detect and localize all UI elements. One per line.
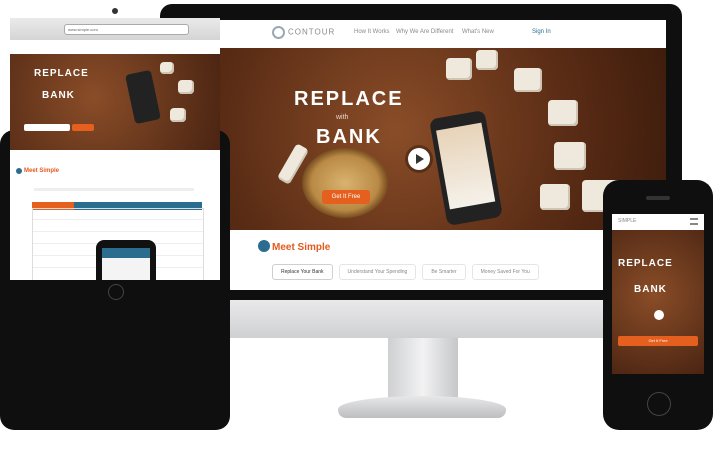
site-header: CONTOUR How It Works Why We Are Differen… (176, 20, 666, 49)
cube-decoration (548, 100, 578, 126)
tablet-hero-title-line1: REPLACE (34, 68, 89, 79)
phone-cta-button[interactable]: Get It Free (618, 336, 698, 346)
table-row (33, 231, 203, 232)
cube-decoration (170, 108, 186, 122)
tablet-site-header (10, 40, 220, 55)
nav-link-how-it-works[interactable]: How It Works (354, 29, 390, 35)
tablet-email-input[interactable] (24, 124, 70, 131)
tab-money-saved[interactable]: Money Saved For You (471, 264, 539, 280)
cube-decoration (554, 142, 586, 170)
phone-speaker (646, 196, 670, 200)
play-video-icon[interactable] (408, 148, 430, 170)
hero-cta-button[interactable]: Get It Free (322, 190, 370, 204)
nav-link-why-different[interactable]: Why We Are Different (396, 29, 453, 35)
phone-hero-title-line1: REPLACE (618, 258, 673, 269)
cube-decoration (540, 184, 570, 210)
cube-decoration (446, 58, 472, 80)
coffee-cup-image (302, 148, 388, 218)
section-step-icon (258, 240, 270, 252)
logo-ring-icon (272, 26, 285, 39)
cube-decoration (476, 50, 498, 70)
cube-decoration (514, 68, 542, 92)
cube-decoration (160, 62, 174, 74)
site-logo[interactable]: CONTOUR (272, 26, 335, 39)
phone-hero-banner (612, 230, 704, 374)
tablet-hero-title-line2: BANK (42, 90, 75, 101)
hero-title-line1: REPLACE (294, 88, 404, 110)
desktop-screen: CONTOUR How It Works Why We Are Differen… (176, 20, 666, 290)
tablet-camera (112, 8, 118, 14)
tablet-browser-toolbar: www.simple.com (10, 18, 220, 41)
tab-replace-your-bank[interactable]: Replace Your Bank (272, 264, 333, 280)
hero-title-line2: BANK (316, 126, 382, 148)
section-title: Meet Simple (272, 242, 331, 253)
monitor-stand-foot (338, 396, 506, 418)
tablet-embedded-phone-image (96, 240, 156, 280)
tablet-screen: www.simple.com REPLACE BANK Meet Simple (10, 18, 220, 280)
nav-link-sign-in[interactable]: Sign In (532, 29, 551, 35)
phone-screen: SIMPLE REPLACE BANK Get It Free (612, 214, 704, 374)
hamburger-menu-icon[interactable] (690, 218, 698, 225)
tablet-section-title: Meet Simple (24, 168, 60, 174)
tablet-home-button[interactable] (108, 284, 124, 300)
phone-play-video-icon[interactable] (654, 310, 664, 320)
table-row (33, 219, 203, 220)
hero-connector: with (336, 114, 349, 121)
phone-home-button[interactable] (647, 392, 671, 416)
tablet-section-step-icon (16, 168, 22, 174)
nav-link-whats-new[interactable]: What's New (462, 29, 494, 35)
tab-be-smarter[interactable]: Be Smarter (422, 264, 466, 280)
hero-banner: REPLACE with BANK Get It Free (176, 48, 666, 230)
phone-hero-title-line2: BANK (634, 284, 667, 295)
phone-site-logo[interactable]: SIMPLE (618, 218, 636, 224)
phone-site-header: SIMPLE (612, 214, 704, 231)
tab-understand-spending[interactable]: Understand Your Spending (338, 264, 417, 280)
tablet-cta-button[interactable] (72, 124, 94, 131)
hero-phone-image (429, 109, 503, 227)
tablet-url-field[interactable]: www.simple.com (64, 24, 189, 35)
feature-tabs: Replace Your Bank Understand Your Spendi… (272, 264, 539, 280)
cube-decoration (178, 80, 194, 94)
tablet-text-line (34, 188, 194, 191)
monitor-stand-neck (388, 338, 458, 400)
